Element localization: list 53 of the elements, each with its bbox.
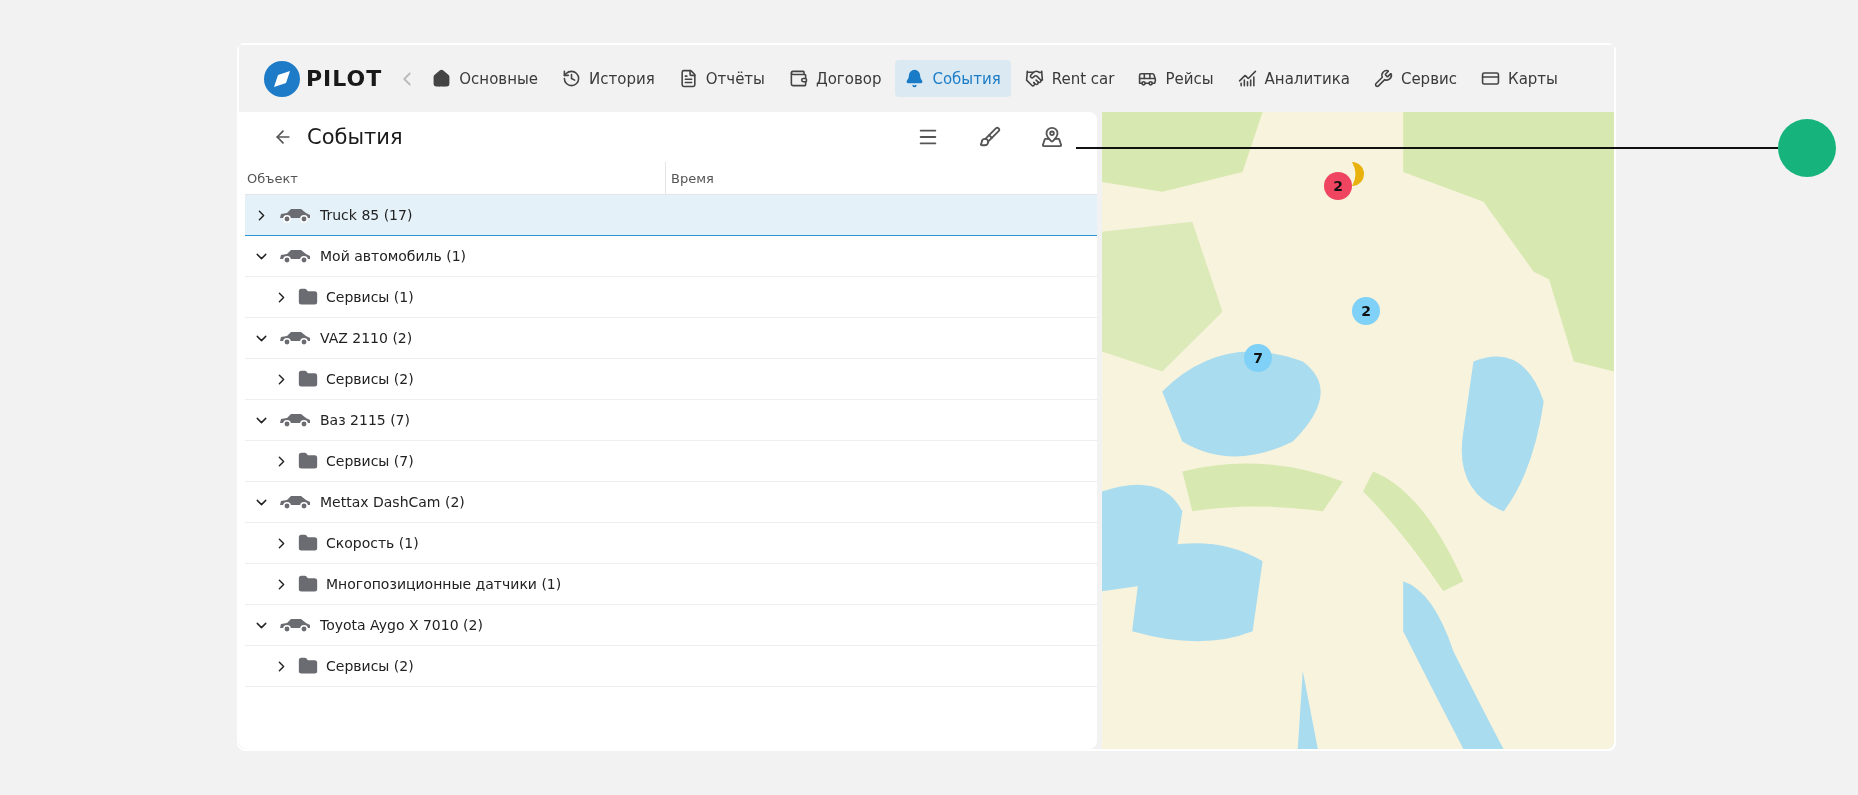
column-header: Объект [246, 170, 299, 188]
tree-label: Скорость (1) [326, 535, 419, 551]
nav-tab[interactable]: Аналитика [1227, 60, 1360, 97]
map-pin-icon [1041, 126, 1063, 148]
folder-icon [298, 574, 318, 594]
folder-icon [298, 451, 318, 471]
tree-label: Ваз 2115 (7) [320, 412, 410, 428]
nav-tab[interactable]: Карты [1471, 60, 1568, 97]
car-icon [278, 207, 312, 223]
chart-icon [1237, 69, 1257, 88]
folder-icon [298, 656, 318, 676]
nav-tab[interactable]: Основные [422, 60, 549, 97]
wallet-icon [788, 69, 808, 88]
nav-tab[interactable]: События [895, 60, 1011, 97]
panel-title: События [307, 125, 404, 149]
tree-row[interactable]: Truck 85 (17) [245, 195, 1097, 236]
document-icon [678, 69, 698, 88]
house-icon [432, 69, 452, 88]
tree-label: Сервисы (2) [326, 658, 414, 674]
brush-icon [979, 126, 1001, 148]
nav-tab[interactable]: Рейсы [1128, 60, 1224, 97]
tree-label: Сервисы (7) [326, 453, 414, 469]
folder-icon [298, 533, 318, 553]
history-icon [562, 69, 582, 88]
column-header: Время [665, 162, 1097, 194]
nav-tab[interactable]: Отчёты [668, 60, 775, 97]
tree-label: Truck 85 (17) [320, 207, 413, 223]
car-icon [278, 617, 312, 633]
tree-label: Многопозиционные датчики (1) [326, 576, 562, 592]
car-icon [278, 248, 312, 264]
tree-label: VAZ 2110 (2) [320, 330, 413, 346]
card-icon [1481, 69, 1500, 88]
folder-icon [298, 287, 318, 307]
car-icon [278, 330, 312, 346]
logo-icon [264, 60, 300, 97]
wrench-icon [1373, 69, 1393, 88]
bell-icon [905, 69, 925, 88]
car-icon [278, 494, 312, 510]
nav-tab[interactable]: Сервис [1363, 60, 1467, 97]
tree-label: Mettax DashCam (2) [320, 494, 465, 510]
tree-label: Сервисы (1) [326, 289, 414, 305]
handshake-icon [1024, 69, 1044, 88]
nav-tab[interactable]: Rent car [1014, 60, 1125, 97]
nav-tab[interactable]: История [552, 60, 665, 97]
logo-text: PILOT [306, 66, 383, 91]
folder-icon [298, 369, 318, 389]
nav-tab[interactable]: Договор [778, 60, 892, 97]
tree-label: Сервисы (2) [326, 371, 414, 387]
car-icon [278, 412, 312, 428]
tree-label: Мой автомобиль (1) [320, 248, 467, 264]
annotation-dot [1778, 119, 1836, 177]
tree-label: Toyota Aygo X 7010 (2) [320, 617, 483, 633]
cluster-marker[interactable] [1352, 160, 1365, 188]
